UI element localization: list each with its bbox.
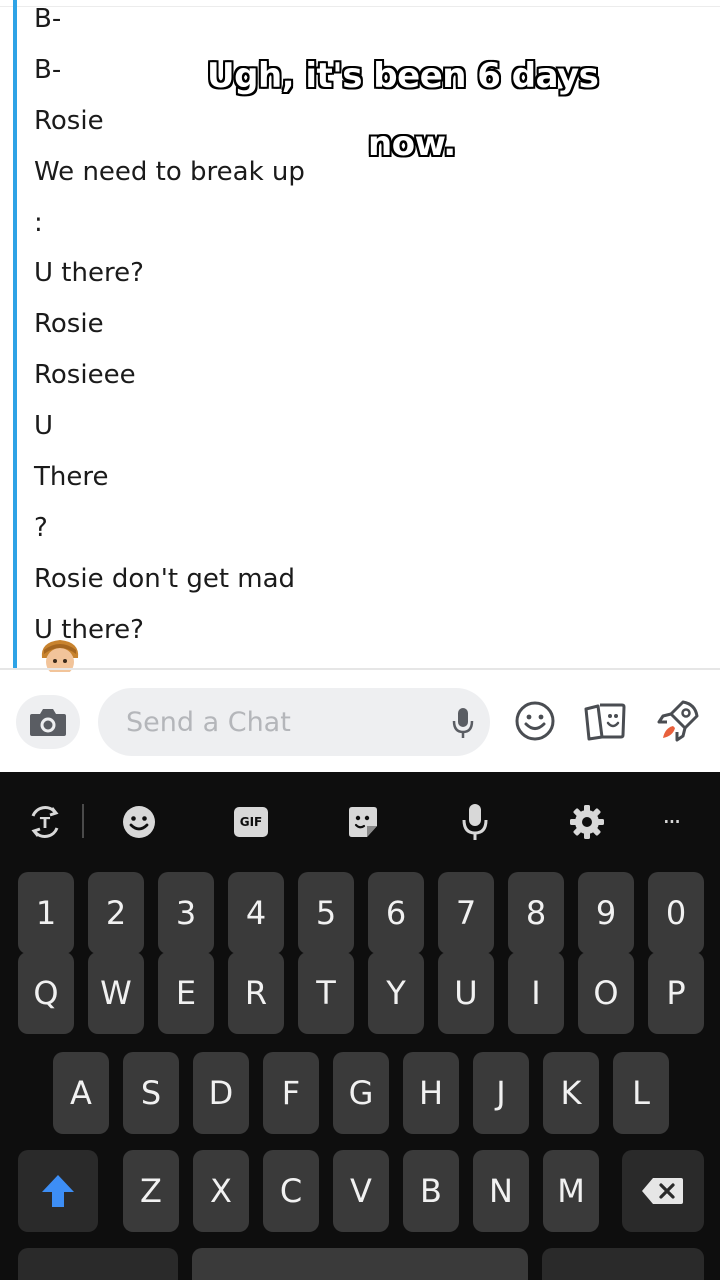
more-icon: ···: [662, 808, 682, 836]
key-p[interactable]: P: [648, 952, 704, 1034]
symbols-key[interactable]: [18, 1248, 178, 1280]
smiley-icon: [515, 701, 555, 741]
key-b[interactable]: B: [403, 1150, 459, 1232]
emoji-key[interactable]: [114, 800, 164, 844]
message-text: Rosie: [34, 106, 104, 136]
message-text: ?: [34, 513, 48, 543]
key-f[interactable]: F: [263, 1052, 319, 1134]
keyboard-settings-key[interactable]: [562, 800, 612, 844]
message-text: We need to break up: [34, 157, 305, 187]
keyboard: T GIF ··· 1 2 3 4 5 6 7 8 9 0 Q W E R T …: [0, 772, 720, 1280]
message-text: U there?: [34, 258, 144, 288]
microphone-icon[interactable]: [450, 706, 476, 740]
enter-key[interactable]: [542, 1248, 704, 1280]
text-translate-icon: T: [31, 806, 59, 838]
key-s[interactable]: S: [123, 1052, 179, 1134]
key-4[interactable]: 4: [228, 872, 284, 954]
key-w[interactable]: W: [88, 952, 144, 1034]
key-6[interactable]: 6: [368, 872, 424, 954]
backspace-icon: [642, 1178, 683, 1204]
chat-input-bar: [0, 672, 720, 772]
sender-color-bar: [13, 0, 17, 668]
key-5[interactable]: 5: [298, 872, 354, 954]
message-text: Rosieee: [34, 360, 136, 390]
sticker-icon: [349, 807, 377, 837]
shift-arrow-icon: [42, 1175, 74, 1207]
overlay-caption-line1: Ugh, it's been 6 days: [207, 56, 599, 96]
message-text: There: [34, 462, 109, 492]
chat-area: B- B- Rosie We need to break up : U ther…: [0, 0, 720, 672]
bitmoji-avatar: [41, 640, 79, 672]
gif-label: GIF: [239, 815, 263, 829]
key-n[interactable]: N: [473, 1150, 529, 1232]
message-text: Rosie don't get mad: [34, 564, 296, 594]
chat-input-wrapper: [98, 688, 490, 756]
message-text: U: [34, 411, 54, 441]
key-v[interactable]: V: [333, 1150, 389, 1232]
key-u[interactable]: U: [438, 952, 494, 1034]
cards-icon: [584, 703, 626, 741]
key-x[interactable]: X: [193, 1150, 249, 1232]
key-9[interactable]: 9: [578, 872, 634, 954]
message-text: B-: [34, 55, 62, 85]
message-text: B-: [34, 4, 62, 34]
key-l[interactable]: L: [613, 1052, 669, 1134]
divider: [0, 6, 720, 7]
message-text: :: [34, 208, 43, 238]
key-3[interactable]: 3: [158, 872, 214, 954]
message-text: Rosie: [34, 309, 104, 339]
key-d[interactable]: D: [193, 1052, 249, 1134]
toolbar-separator: [82, 804, 84, 838]
svg-text:T: T: [40, 814, 51, 832]
key-y[interactable]: Y: [368, 952, 424, 1034]
key-o[interactable]: O: [578, 952, 634, 1034]
key-0[interactable]: 0: [648, 872, 704, 954]
sticker-key[interactable]: [338, 800, 388, 844]
key-g[interactable]: G: [333, 1052, 389, 1134]
key-j[interactable]: J: [473, 1052, 529, 1134]
key-q[interactable]: Q: [18, 952, 74, 1034]
emoji-icon: [123, 806, 155, 838]
camera-button[interactable]: [16, 695, 80, 749]
key-z[interactable]: Z: [123, 1150, 179, 1232]
games-button[interactable]: [655, 698, 701, 744]
key-7[interactable]: 7: [438, 872, 494, 954]
gif-key[interactable]: GIF: [226, 800, 276, 844]
backspace-key[interactable]: [622, 1150, 704, 1232]
key-h[interactable]: H: [403, 1052, 459, 1134]
cards-button[interactable]: [582, 698, 628, 744]
send-chat-input[interactable]: [126, 688, 436, 756]
voice-key[interactable]: [450, 800, 500, 844]
space-key[interactable]: [192, 1248, 528, 1280]
key-k[interactable]: K: [543, 1052, 599, 1134]
key-c[interactable]: C: [263, 1150, 319, 1232]
camera-icon: [30, 709, 66, 736]
gif-icon: GIF: [234, 807, 268, 837]
key-r[interactable]: R: [228, 952, 284, 1034]
rocket-icon: [657, 700, 699, 742]
more-key[interactable]: ···: [646, 800, 696, 844]
voice-input-icon: [462, 804, 488, 840]
key-1[interactable]: 1: [18, 872, 74, 954]
key-2[interactable]: 2: [88, 872, 144, 954]
settings-icon: [570, 805, 604, 839]
translate-button[interactable]: T: [20, 800, 70, 844]
key-8[interactable]: 8: [508, 872, 564, 954]
key-i[interactable]: I: [508, 952, 564, 1034]
divider: [0, 668, 720, 670]
shift-key[interactable]: [18, 1150, 98, 1232]
key-m[interactable]: M: [543, 1150, 599, 1232]
key-e[interactable]: E: [158, 952, 214, 1034]
key-a[interactable]: A: [53, 1052, 109, 1134]
emoji-button[interactable]: [512, 698, 558, 744]
overlay-caption-line2: now.: [368, 124, 456, 164]
key-t[interactable]: T: [298, 952, 354, 1034]
